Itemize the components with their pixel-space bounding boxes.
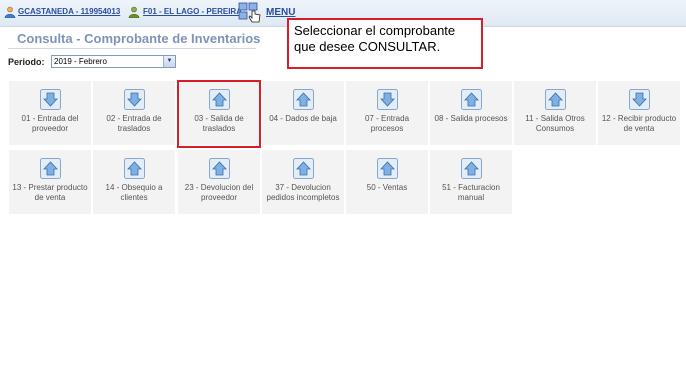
tile-01-entrada-proveedor[interactable]: 01 - Entrada del proveedor — [9, 81, 91, 145]
page-title: Consulta - Comprobante de Inventarios — [17, 31, 261, 46]
store-icon — [128, 6, 140, 18]
arrow-up-icon — [124, 158, 145, 179]
user-link[interactable]: GCASTANEDA - 119954013 — [18, 7, 120, 16]
periodo-select[interactable]: 2019 - Febrero ▼ — [51, 55, 176, 68]
tile-02-entrada-traslados[interactable]: 02 - Entrada de traslados — [93, 81, 175, 145]
tile-07-entrada-procesos[interactable]: 07 - Entrada procesos — [346, 81, 428, 145]
title-divider — [8, 48, 256, 49]
arrow-up-icon — [461, 158, 482, 179]
arrow-up-icon — [40, 158, 61, 179]
periodo-value: 2019 - Febrero — [54, 57, 107, 66]
tile-label: 13 - Prestar producto de venta — [12, 183, 88, 202]
tile-label: 01 - Entrada del proveedor — [21, 114, 79, 133]
tile-label: 14 - Obsequio a clientes — [105, 183, 163, 202]
tile-04-dados-baja[interactable]: 04 - Dados de baja — [262, 81, 344, 145]
tile-13-prestar-producto[interactable]: 13 - Prestar producto de venta — [9, 150, 91, 214]
tile-08-salida-procesos[interactable]: 08 - Salida procesos — [430, 81, 512, 145]
tile-label: 37 - Devolucion pedidos incompletos — [266, 183, 340, 202]
store-link[interactable]: F01 - EL LAGO - PEREIRA — [143, 7, 242, 16]
tile-label: 23 - Devolucion del proveedor — [184, 183, 254, 202]
arrow-down-icon — [377, 89, 398, 110]
tile-11-salida-otros-consumos[interactable]: 11 - Salida Otros Consumos — [514, 81, 596, 145]
tile-label: 08 - Salida procesos — [434, 114, 508, 123]
tile-50-ventas[interactable]: 50 - Ventas — [346, 150, 428, 214]
chevron-down-icon[interactable]: ▼ — [163, 56, 175, 67]
highlight-box — [177, 80, 261, 148]
tile-14-obsequio-clientes[interactable]: 14 - Obsequio a clientes — [93, 150, 175, 214]
arrow-down-icon — [40, 89, 61, 110]
tile-label: 51 - Facturacion manual — [442, 183, 500, 202]
arrow-down-icon — [629, 89, 650, 110]
arrow-up-icon — [293, 158, 314, 179]
tile-label: 07 - Entrada procesos — [364, 114, 410, 133]
arrow-up-icon — [293, 89, 314, 110]
tile-23-devolucion-proveedor[interactable]: 23 - Devolucion del proveedor — [178, 150, 260, 214]
menu-link[interactable]: MENU — [266, 7, 295, 18]
tile-label: 02 - Entrada de traslados — [106, 114, 162, 133]
arrow-up-icon — [545, 89, 566, 110]
periodo-label: Periodo: — [8, 57, 45, 67]
arrow-down-icon — [124, 89, 145, 110]
arrow-up-icon — [377, 158, 398, 179]
user-icon — [4, 6, 16, 18]
tile-label: 04 - Dados de baja — [269, 114, 337, 123]
tile-12-recibir-producto[interactable]: 12 - Recibir producto de venta — [598, 81, 680, 145]
menu-icon[interactable] — [238, 2, 264, 24]
arrow-up-icon — [209, 158, 230, 179]
tile-label: 11 - Salida Otros Consumos — [525, 114, 585, 133]
tile-37-devolucion-pedidos[interactable]: 37 - Devolucion pedidos incompletos — [262, 150, 344, 214]
tile-label: 50 - Ventas — [366, 183, 408, 192]
tile-label: 12 - Recibir producto de venta — [601, 114, 677, 133]
tile-51-facturacion-manual[interactable]: 51 - Facturacion manual — [430, 150, 512, 214]
arrow-up-icon — [461, 89, 482, 110]
instruction-callout: Seleccionar el comprobante que desee CON… — [287, 18, 483, 69]
